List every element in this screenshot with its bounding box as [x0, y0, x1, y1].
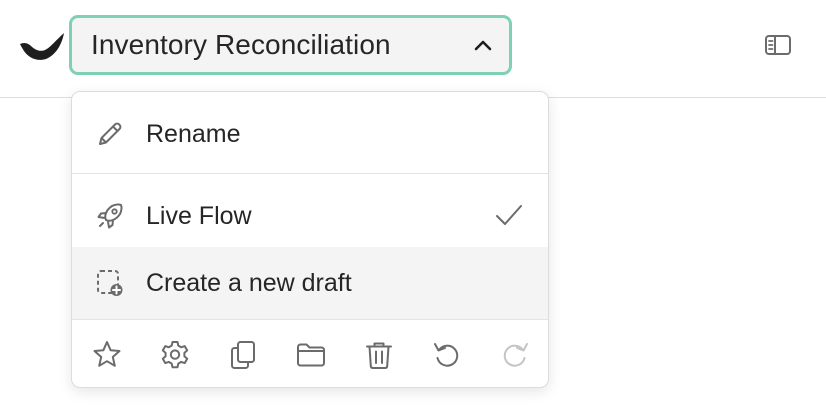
star-icon	[93, 341, 121, 367]
brand-logo-icon[interactable]	[18, 30, 66, 62]
rocket-icon	[97, 203, 123, 229]
menu-item-label: Live Flow	[146, 201, 252, 230]
menu-item-label: Create a new draft	[146, 268, 352, 297]
app-window: Inventory Reconciliation Rename Live Flo…	[0, 0, 826, 420]
pencil-icon	[99, 122, 122, 145]
sidebar-panel-icon[interactable]	[764, 33, 792, 57]
chevron-up-icon	[474, 40, 492, 51]
duplicate-button[interactable]	[226, 338, 260, 372]
top-bar: Inventory Reconciliation	[0, 0, 826, 98]
menu-divider	[72, 173, 548, 174]
settings-button[interactable]	[158, 338, 192, 372]
redo-icon	[503, 343, 528, 367]
flow-title: Inventory Reconciliation	[91, 29, 391, 60]
menu-item-create-draft[interactable]: Create a new draft	[72, 247, 548, 319]
trash-icon	[366, 342, 392, 369]
undo-icon	[434, 343, 459, 367]
duplicate-icon	[231, 341, 255, 369]
checkmark-icon	[496, 205, 522, 225]
menu-item-label: Rename	[146, 119, 241, 148]
flow-menu-dropdown: Rename Live Flow Create a new draft	[71, 91, 549, 388]
menu-item-live-flow[interactable]: Live Flow	[72, 183, 548, 249]
gear-icon	[161, 341, 189, 369]
flow-title-dropdown[interactable]: Inventory Reconciliation	[69, 15, 512, 75]
move-to-folder-button[interactable]	[294, 338, 328, 372]
redo-button[interactable]	[498, 338, 532, 372]
menu-item-rename[interactable]: Rename	[72, 101, 548, 167]
delete-button[interactable]	[362, 338, 396, 372]
undo-button[interactable]	[430, 338, 464, 372]
new-draft-icon	[97, 270, 123, 296]
folder-icon	[297, 343, 325, 367]
menu-action-toolbar	[72, 320, 548, 387]
favorite-button[interactable]	[90, 338, 124, 372]
